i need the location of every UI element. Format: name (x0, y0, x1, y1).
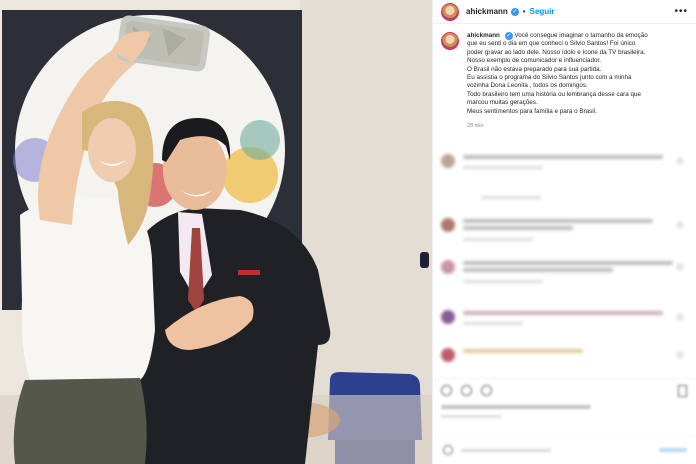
view-replies-blurred[interactable] (481, 196, 541, 199)
comments-list (433, 148, 696, 378)
post-photo[interactable] (0, 0, 432, 464)
caption-line: vozinha Dona Leonita , todos os domingos… (467, 82, 588, 90)
comment-text-blurred (463, 311, 663, 315)
comment-text-blurred (463, 261, 673, 265)
publish-button-blurred[interactable] (659, 448, 687, 452)
caption-line: Meus sentimentos para família e para o B… (467, 107, 597, 115)
more-options-icon[interactable]: ••• (674, 6, 688, 17)
profile-avatar[interactable] (441, 2, 459, 21)
header-username[interactable]: ahickmann (466, 7, 508, 16)
photo-edge-object (420, 252, 429, 268)
caption-avatar[interactable] (441, 32, 459, 50)
caption-line: O Brasil não estava preparado para sua p… (467, 65, 602, 73)
comment-item[interactable] (441, 152, 689, 182)
caption-line: poder gravar ao lado dele. Nosso ídolo e… (467, 48, 646, 56)
emoji-icon[interactable] (443, 445, 453, 455)
caption-line: ahickmann ✓ Você consegue imaginar o tam… (467, 32, 688, 40)
comment-like-icon[interactable] (677, 352, 683, 358)
heart-icon[interactable] (441, 385, 452, 396)
caption-text: ahickmann ✓ Você consegue imaginar o tam… (467, 32, 688, 130)
comment-item[interactable] (441, 308, 689, 338)
comment-item[interactable] (441, 258, 689, 288)
post-timestamp: 28 min (467, 123, 484, 130)
comment-text-blurred (463, 268, 613, 272)
comment-like-icon[interactable] (677, 222, 683, 228)
header-separator: • (522, 7, 526, 16)
follow-button[interactable]: Seguir (530, 7, 555, 16)
comment-text-blurred (463, 219, 653, 223)
comment-text-blurred (463, 349, 583, 353)
woman-skirt (13, 378, 147, 464)
comment-item[interactable] (441, 216, 689, 246)
verified-badge-icon: ✓ (510, 7, 519, 16)
caption-line: Eu assistia o programa do Silvio Santos … (467, 74, 632, 82)
caption-line: que eu senti o dia em que conheci o Silv… (467, 40, 636, 48)
post-actions-bar (433, 378, 696, 464)
comment-avatar[interactable] (441, 154, 455, 168)
comment-icon[interactable] (461, 385, 472, 396)
caption-line-text: Você consegue imaginar o tamanho da emoç… (514, 32, 648, 39)
comment-avatar[interactable] (441, 260, 455, 274)
action-icons (441, 385, 492, 396)
caption-verified-icon: ✓ (504, 32, 513, 40)
likes-count-blurred[interactable] (441, 405, 591, 409)
comment-text-blurred (463, 226, 573, 230)
comment-like-icon[interactable] (677, 314, 683, 320)
comment-meta-blurred (463, 166, 543, 169)
post-side-panel: ahickmann ✓ • Seguir ••• ahickmann ✓ Voc… (432, 0, 696, 464)
share-icon[interactable] (481, 385, 492, 396)
comment-meta-blurred (463, 238, 533, 241)
woman-face (88, 118, 136, 182)
comment-meta-blurred (463, 322, 523, 325)
caption-line: marcou muitas gerações. (467, 99, 538, 107)
caption-username[interactable]: ahickmann (467, 32, 500, 39)
comment-avatar[interactable] (441, 218, 455, 232)
post-caption: ahickmann ✓ Você consegue imaginar o tam… (433, 24, 696, 130)
comment-avatar[interactable] (441, 310, 455, 324)
comment-input-blurred[interactable] (461, 449, 551, 452)
selfie-photo-illustration (0, 0, 432, 464)
bookmark-icon[interactable] (678, 385, 687, 397)
comment-reply-toggle[interactable] (441, 184, 689, 214)
comment-meta-blurred (463, 280, 543, 283)
comment-avatar[interactable] (441, 348, 455, 362)
comment-like-icon[interactable] (677, 264, 683, 270)
comment-item[interactable] (441, 346, 689, 376)
post-date-blurred (441, 415, 501, 418)
comment-text-blurred (463, 155, 663, 159)
caption-line: Todo brasileiro tem uma história ou lemb… (467, 90, 641, 98)
caption-line: Nosso exemplo de comunicador e influenci… (467, 57, 602, 65)
add-comment-bar (433, 435, 696, 464)
post-header: ahickmann ✓ • Seguir ••• (433, 0, 696, 24)
comment-like-icon[interactable] (677, 158, 683, 164)
